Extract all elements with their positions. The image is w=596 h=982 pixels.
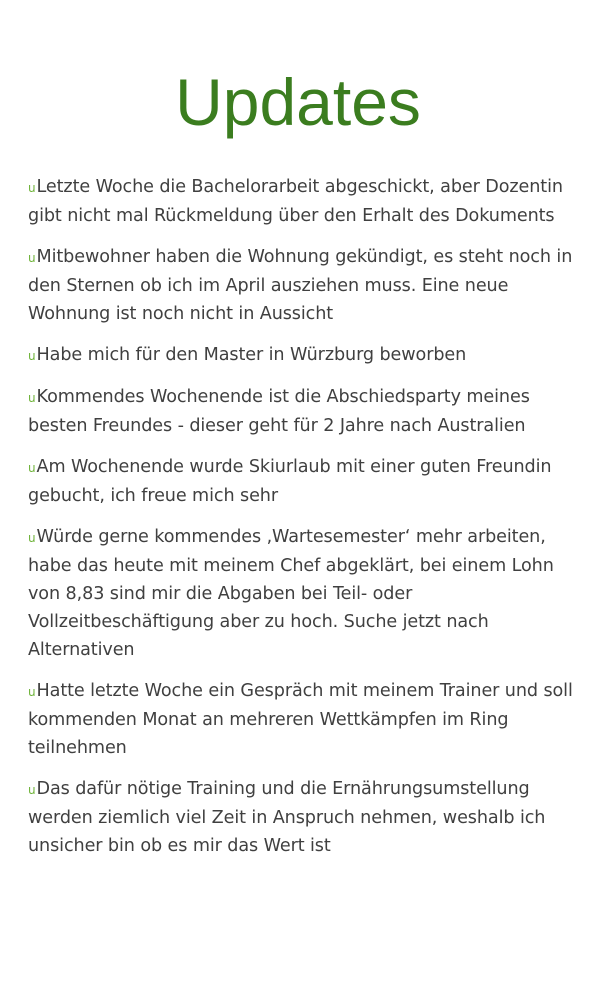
bullet-item: uMitbewohner haben die Wohnung gekündigt… bbox=[28, 243, 576, 328]
bullet-text: Am Wochenende wurde Skiurlaub mit einer … bbox=[28, 457, 552, 506]
bullet-text: Habe mich für den Master in Würzburg bew… bbox=[36, 345, 467, 365]
bullet-item: uAm Wochenende wurde Skiurlaub mit einer… bbox=[28, 453, 576, 510]
bullet-text: Letzte Woche die Bachelorarbeit abgeschi… bbox=[28, 177, 563, 226]
bullet-marker-icon: u bbox=[28, 783, 36, 797]
bullet-item: uKommendes Wochenende ist die Abschiedsp… bbox=[28, 383, 576, 440]
slide-title: Updates bbox=[175, 65, 421, 139]
bullet-marker-icon: u bbox=[28, 685, 36, 699]
bullet-item: uWürde gerne kommendes ‚Wartesemester‘ m… bbox=[28, 523, 576, 664]
bullet-item: uHatte letzte Woche ein Gespräch mit mei… bbox=[28, 677, 576, 762]
bullet-text: Würde gerne kommendes ‚Wartesemester‘ me… bbox=[28, 527, 554, 660]
bullet-text: Hatte letzte Woche ein Gespräch mit mein… bbox=[28, 681, 573, 758]
bullet-text: Mitbewohner haben die Wohnung gekündigt,… bbox=[28, 247, 573, 324]
bullet-marker-icon: u bbox=[28, 391, 36, 405]
slide: Updates uLetzte Woche die Bachelorarbeit… bbox=[0, 0, 596, 982]
bullet-marker-icon: u bbox=[28, 461, 36, 475]
bullet-marker-icon: u bbox=[28, 531, 36, 545]
bullet-item: uLetzte Woche die Bachelorarbeit abgesch… bbox=[28, 173, 576, 230]
bullet-list: uLetzte Woche die Bachelorarbeit abgesch… bbox=[28, 173, 576, 873]
bullet-text: Das dafür nötige Training und die Ernähr… bbox=[28, 779, 546, 856]
bullet-item: uHabe mich für den Master in Würzburg be… bbox=[28, 341, 576, 370]
bullet-item: uDas dafür nötige Training und die Ernäh… bbox=[28, 775, 576, 860]
bullet-text: Kommendes Wochenende ist die Abschiedspa… bbox=[28, 387, 530, 436]
bullet-marker-icon: u bbox=[28, 349, 36, 363]
bullet-marker-icon: u bbox=[28, 251, 36, 265]
bullet-marker-icon: u bbox=[28, 181, 36, 195]
